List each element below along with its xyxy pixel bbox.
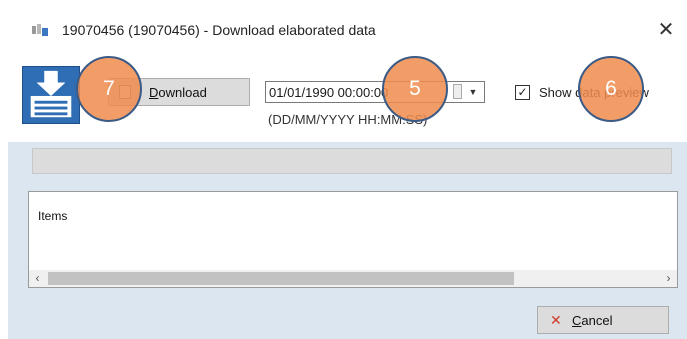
close-icon: ✕ bbox=[657, 19, 675, 41]
show-preview-checkbox[interactable]: ✓ bbox=[515, 85, 530, 100]
download-button-label: Download bbox=[149, 85, 207, 100]
date-spinner[interactable] bbox=[453, 84, 462, 99]
items-list[interactable]: Items ‹ › bbox=[28, 191, 678, 288]
items-label: Items bbox=[38, 209, 68, 223]
callout-6: 6 bbox=[578, 56, 644, 122]
horizontal-scrollbar[interactable]: ‹ › bbox=[29, 270, 677, 287]
progress-bar bbox=[32, 148, 672, 174]
app-icon bbox=[32, 24, 48, 36]
window-title: 19070456 (19070456) - Download elaborate… bbox=[62, 22, 376, 38]
check-icon: ✓ bbox=[517, 85, 528, 99]
download-elaborated-data-window: 19070456 (19070456) - Download elaborate… bbox=[0, 0, 687, 339]
callout-7: 7 bbox=[76, 56, 142, 122]
close-button[interactable]: ✕ bbox=[648, 14, 684, 46]
cancel-icon: ✕ bbox=[550, 312, 562, 328]
title-bar: 19070456 (19070456) - Download elaborate… bbox=[0, 0, 687, 50]
scroll-left-icon[interactable]: ‹ bbox=[29, 270, 46, 287]
cancel-button[interactable]: ✕ Cancel bbox=[537, 306, 669, 334]
start-date-input[interactable]: 01/01/1990 00:00:00 ▼ bbox=[265, 81, 485, 103]
scroll-thumb[interactable] bbox=[48, 272, 514, 285]
scroll-right-icon[interactable]: › bbox=[660, 270, 677, 287]
callout-5: 5 bbox=[382, 56, 448, 122]
download-database-icon bbox=[22, 66, 80, 124]
start-date-value: 01/01/1990 00:00:00 bbox=[269, 85, 389, 100]
cancel-button-label: Cancel bbox=[572, 313, 613, 328]
dropdown-arrow-icon[interactable]: ▼ bbox=[462, 82, 484, 102]
